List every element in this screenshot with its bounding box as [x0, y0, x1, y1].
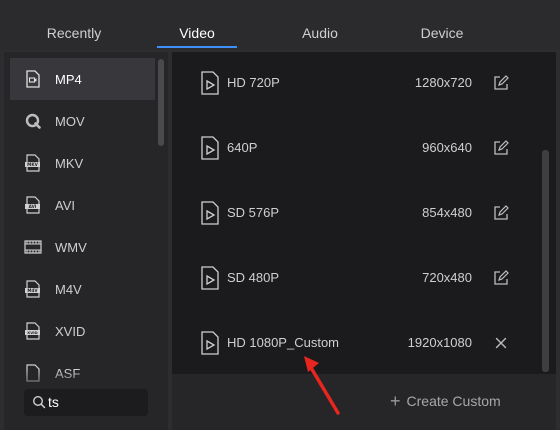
- format-item-xvid[interactable]: XVID XVID: [10, 310, 155, 352]
- preset-list: HD 720P 1280x720 640P 960x640 SD 576P 85…: [172, 52, 556, 374]
- format-search[interactable]: [24, 389, 148, 416]
- format-label: WMV: [55, 239, 87, 255]
- preset-row[interactable]: 640P 960x640: [172, 123, 542, 173]
- video-preset-icon: [201, 136, 219, 160]
- format-label: MOV: [55, 113, 85, 129]
- edit-icon[interactable]: [492, 74, 510, 92]
- preset-footer: + Create Custom: [172, 374, 556, 430]
- tab-device[interactable]: Device: [402, 0, 482, 48]
- format-list-scrollbar[interactable]: [158, 59, 164, 146]
- preset-name: SD 576P: [227, 205, 280, 220]
- preset-row-custom[interactable]: HD 1080P_Custom 1920x1080: [172, 318, 542, 368]
- video-file-icon: [26, 70, 40, 88]
- edit-icon[interactable]: [492, 269, 510, 287]
- preset-name: HD 1080P_Custom: [227, 335, 339, 350]
- edit-icon[interactable]: [492, 204, 510, 222]
- tab-video[interactable]: Video: [157, 0, 237, 48]
- close-icon[interactable]: [492, 334, 510, 352]
- format-label: M4V: [55, 281, 82, 297]
- svg-text:MKV: MKV: [27, 162, 38, 167]
- search-icon: [32, 395, 46, 409]
- xvid-file-icon: XVID: [25, 322, 40, 340]
- plus-icon: +: [390, 391, 401, 411]
- format-item-m4v[interactable]: M4V M4V: [10, 268, 155, 310]
- svg-text:AVI: AVI: [29, 204, 37, 209]
- preset-name: 640P: [227, 140, 258, 155]
- quicktime-icon: [25, 113, 41, 129]
- format-label: XVID: [55, 323, 86, 339]
- edit-icon[interactable]: [492, 139, 510, 157]
- preset-row[interactable]: SD 480P 720x480: [172, 253, 542, 303]
- preset-resolution: 854x480: [422, 205, 472, 220]
- format-label: MP4: [55, 71, 82, 87]
- search-input[interactable]: [48, 393, 140, 411]
- preset-resolution: 1920x1080: [407, 335, 472, 350]
- preset-name: HD 720P: [227, 75, 280, 90]
- preset-row[interactable]: SD 576P 854x480: [172, 188, 542, 238]
- format-tabs: Recently Video Audio Device: [0, 0, 560, 50]
- create-custom-label: Create Custom: [406, 393, 501, 409]
- preset-name: SD 480P: [227, 270, 280, 285]
- video-preset-icon: [201, 201, 219, 225]
- video-preset-icon: [201, 266, 219, 290]
- video-preset-icon: [201, 331, 219, 355]
- format-item-mov[interactable]: MOV: [10, 100, 155, 142]
- preset-row[interactable]: HD 720P 1280x720: [172, 58, 542, 108]
- preset-resolution: 720x480: [422, 270, 472, 285]
- video-preset-icon: [201, 71, 219, 95]
- svg-text:M4V: M4V: [27, 288, 38, 293]
- format-item-wmv[interactable]: WMV: [10, 226, 155, 268]
- format-item-mkv[interactable]: MKV MKV: [10, 142, 155, 184]
- preset-list-scrollbar[interactable]: [542, 150, 549, 372]
- format-list: MP4 MOV MKV MKV AVI AVI WMV M4V M4V XVID…: [4, 52, 168, 430]
- avi-file-icon: AVI: [25, 196, 40, 214]
- format-label: AVI: [55, 197, 75, 213]
- preset-resolution: 1280x720: [414, 75, 472, 90]
- create-custom-button[interactable]: + Create Custom: [390, 392, 501, 410]
- film-strip-icon: [24, 240, 42, 254]
- preset-resolution: 960x640: [422, 140, 472, 155]
- tab-audio[interactable]: Audio: [280, 0, 360, 48]
- format-item-mp4[interactable]: MP4: [10, 58, 155, 100]
- tab-recently[interactable]: Recently: [28, 0, 120, 48]
- svg-text:XVID: XVID: [27, 330, 37, 335]
- active-tab-indicator: [157, 46, 237, 48]
- format-item-avi[interactable]: AVI AVI: [10, 184, 155, 226]
- format-label: MKV: [55, 155, 84, 171]
- m4v-file-icon: M4V: [25, 280, 40, 298]
- mkv-file-icon: MKV: [25, 154, 40, 172]
